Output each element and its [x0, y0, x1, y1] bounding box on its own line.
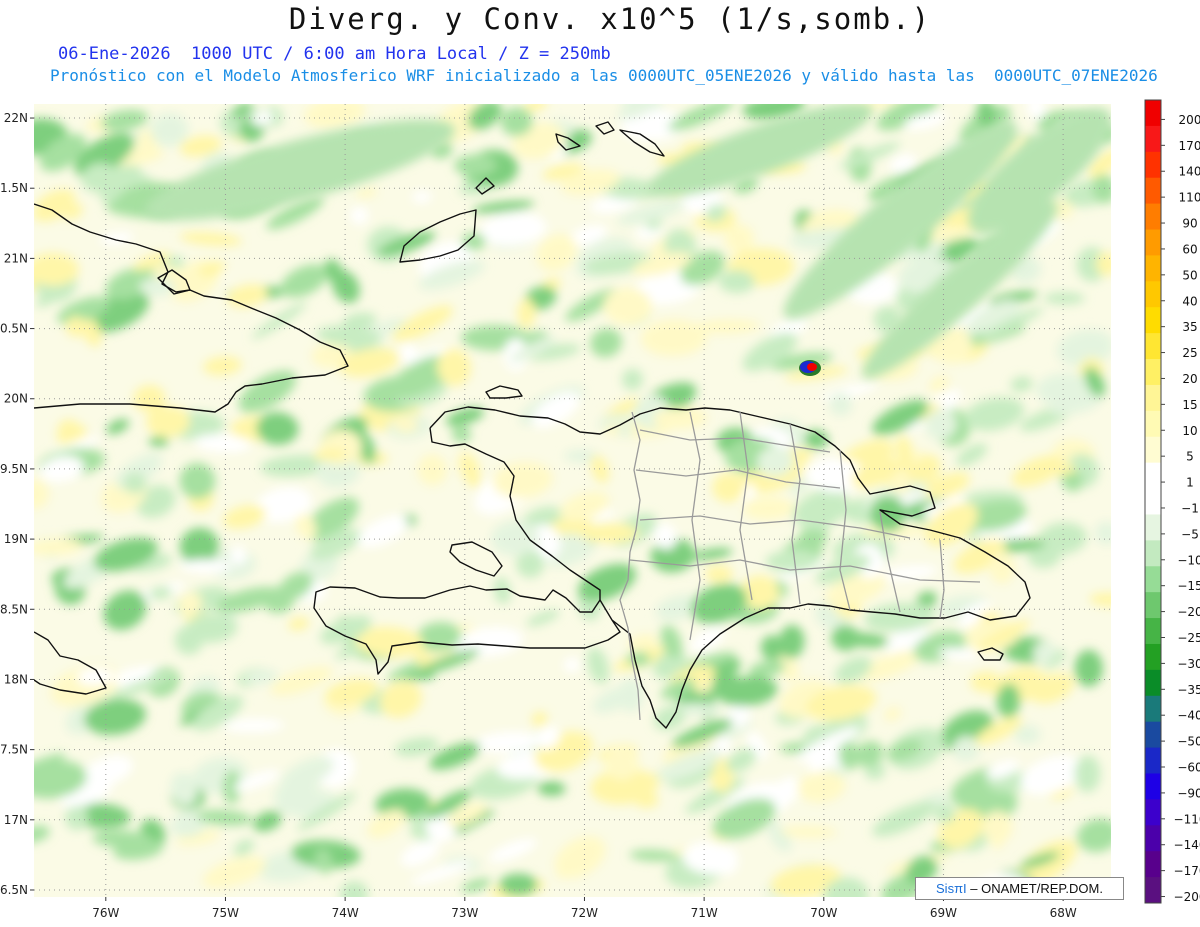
- legend-swatch: [1145, 618, 1161, 645]
- field-blob: [617, 677, 644, 713]
- lon-label: 76W: [92, 906, 119, 920]
- legend-swatch: [1145, 695, 1161, 723]
- legend-label: 5: [1186, 450, 1194, 464]
- legend-swatch: [1145, 721, 1161, 749]
- lon-label: 68W: [1050, 906, 1077, 920]
- legend-label: 140: [1179, 165, 1200, 179]
- legend-label: 35: [1182, 320, 1197, 334]
- legend-swatch: [1145, 592, 1161, 619]
- legend-label: −200: [1174, 890, 1200, 904]
- legend-label: −30: [1177, 657, 1200, 671]
- legend-swatch: [1145, 359, 1161, 386]
- lon-label: 70W: [810, 906, 837, 920]
- legend-swatch: [1145, 747, 1161, 774]
- lon-label: 72W: [571, 906, 598, 920]
- legend-label: −5: [1181, 527, 1199, 541]
- field-core: [807, 363, 817, 371]
- legend-swatch: [1145, 436, 1161, 464]
- legend-label: −110: [1174, 812, 1200, 826]
- lat-label: 7.5N: [0, 743, 28, 757]
- legend-label: 200: [1179, 113, 1200, 127]
- legend-swatch: [1145, 643, 1161, 671]
- lat-label: 1.5N: [0, 181, 28, 195]
- legend-swatch: [1145, 125, 1161, 153]
- legend-label: 60: [1182, 242, 1197, 256]
- legend-swatch: [1145, 151, 1161, 179]
- lon-label: 74W: [332, 906, 359, 920]
- legend-swatch: [1145, 203, 1161, 231]
- legend-label: −25: [1177, 631, 1200, 645]
- legend-swatch: [1145, 307, 1161, 334]
- legend-label: 110: [1179, 191, 1200, 205]
- legend-label: 40: [1182, 294, 1197, 308]
- legend-label: 20: [1182, 372, 1197, 386]
- legend-label: −20: [1177, 605, 1200, 619]
- lat-label: 6.5N: [0, 883, 28, 897]
- lat-label: 21N: [4, 251, 28, 265]
- legend-label: 25: [1182, 346, 1197, 360]
- lon-label: 73W: [451, 906, 478, 920]
- legend-swatch: [1145, 462, 1161, 490]
- legend-label: 170: [1179, 139, 1200, 153]
- legend-swatch: [1145, 825, 1161, 852]
- legend-label: −35: [1177, 683, 1200, 697]
- field-blob: [1074, 649, 1103, 687]
- legend-label: −170: [1174, 864, 1200, 878]
- legend-swatch: [1145, 799, 1161, 826]
- legend-swatch: [1145, 333, 1161, 360]
- legend-swatch: [1145, 384, 1161, 412]
- lat-label: 20N: [4, 392, 28, 406]
- lat-label: 9.5N: [0, 462, 28, 476]
- legend-swatch: [1145, 100, 1161, 127]
- legend-swatch: [1145, 773, 1161, 800]
- legend-label: −140: [1174, 838, 1200, 852]
- legend-label: −15: [1177, 579, 1200, 593]
- lon-label: 71W: [691, 906, 718, 920]
- lat-label: 0.5N: [0, 322, 28, 336]
- lat-label: 22N: [4, 111, 28, 125]
- legend-swatch: [1145, 229, 1161, 256]
- legend-swatch: [1145, 410, 1161, 438]
- legend-label: 50: [1182, 268, 1197, 282]
- legend-label: −10: [1177, 553, 1200, 567]
- legend-swatch: [1145, 255, 1161, 282]
- legend-swatch: [1145, 566, 1161, 593]
- credit-text: – ONAMET/REP.DOM.: [970, 881, 1103, 896]
- lon-label: 69W: [930, 906, 957, 920]
- credit-box: SisπI – ONAMET/REP.DOM.: [915, 877, 1124, 900]
- legend-label: −40: [1177, 709, 1200, 723]
- legend-label: −1: [1181, 501, 1199, 515]
- lat-label: 17N: [4, 813, 28, 827]
- field-blob: [1043, 292, 1085, 305]
- sistpi-logo: SisπI: [936, 881, 967, 896]
- legend-swatch: [1145, 514, 1161, 541]
- divergence-map: 22N 1.5N 21N 0.5N 20N 9.5N 19N 8.5N 18N 7.5N 17N 6.…: [0, 99, 1200, 920]
- legend-label: 15: [1182, 398, 1197, 412]
- legend-swatch: [1145, 177, 1161, 205]
- legend-swatch: [1145, 851, 1161, 878]
- legend-label: 90: [1182, 217, 1197, 231]
- color-legend: 200 170 140 110 90 60 50 40 35 25 20 15 10 5 1 −1 −5 −10 −…: [1144, 99, 1200, 904]
- legend-label: −60: [1177, 761, 1200, 775]
- legend-swatch: [1145, 488, 1161, 515]
- legend-swatch: [1145, 877, 1161, 904]
- legend-label: −50: [1177, 735, 1200, 749]
- legend-swatch: [1145, 281, 1161, 308]
- lat-label: 19N: [4, 532, 28, 546]
- lat-label: 18N: [4, 672, 28, 686]
- legend-label: 10: [1182, 424, 1197, 438]
- legend-label: 1: [1186, 476, 1194, 490]
- lat-label: 8.5N: [0, 602, 28, 616]
- legend-label: −90: [1177, 786, 1200, 800]
- legend-swatch: [1145, 669, 1161, 697]
- legend-swatch: [1145, 540, 1161, 567]
- lon-label: 75W: [212, 906, 239, 920]
